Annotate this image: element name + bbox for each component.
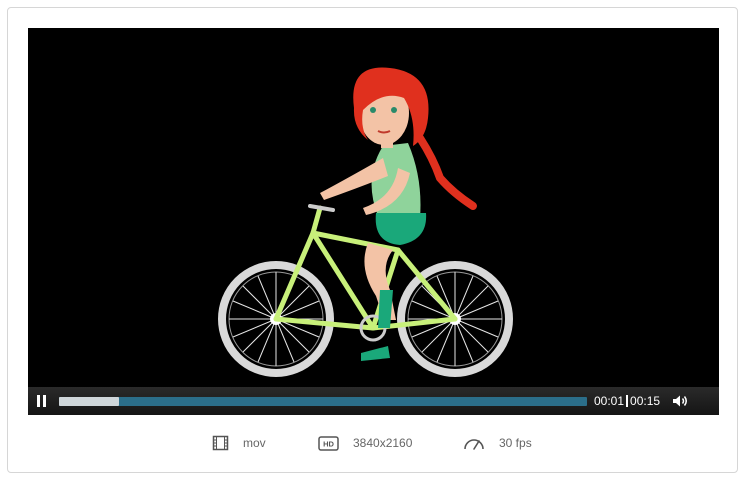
film-icon — [212, 435, 229, 451]
format-label: mov — [243, 436, 266, 450]
fps-label: 30 fps — [499, 436, 532, 450]
volume-icon — [673, 395, 687, 407]
svg-text:HD: HD — [323, 439, 334, 448]
progress-played — [59, 397, 119, 406]
pause-button[interactable] — [33, 393, 49, 409]
video-frame[interactable] — [28, 28, 719, 387]
duration: 00:15 — [630, 394, 661, 408]
time-separator — [626, 395, 629, 407]
volume-button[interactable] — [672, 394, 690, 408]
resolution-label: 3840x2160 — [353, 436, 413, 450]
hd-icon: HD — [318, 435, 339, 451]
current-time: 00:01 — [594, 394, 625, 408]
meta-fps: 30 fps — [463, 433, 532, 453]
video-player[interactable]: 00:01 00:15 — [28, 28, 719, 415]
meta-format: mov — [212, 433, 266, 453]
gauge-icon — [464, 439, 484, 450]
time-display: 00:01 00:15 — [594, 394, 660, 408]
video-controls: 00:01 00:15 — [28, 387, 719, 415]
meta-resolution: HD 3840x2160 — [318, 433, 412, 453]
progress-bar[interactable] — [59, 397, 587, 406]
